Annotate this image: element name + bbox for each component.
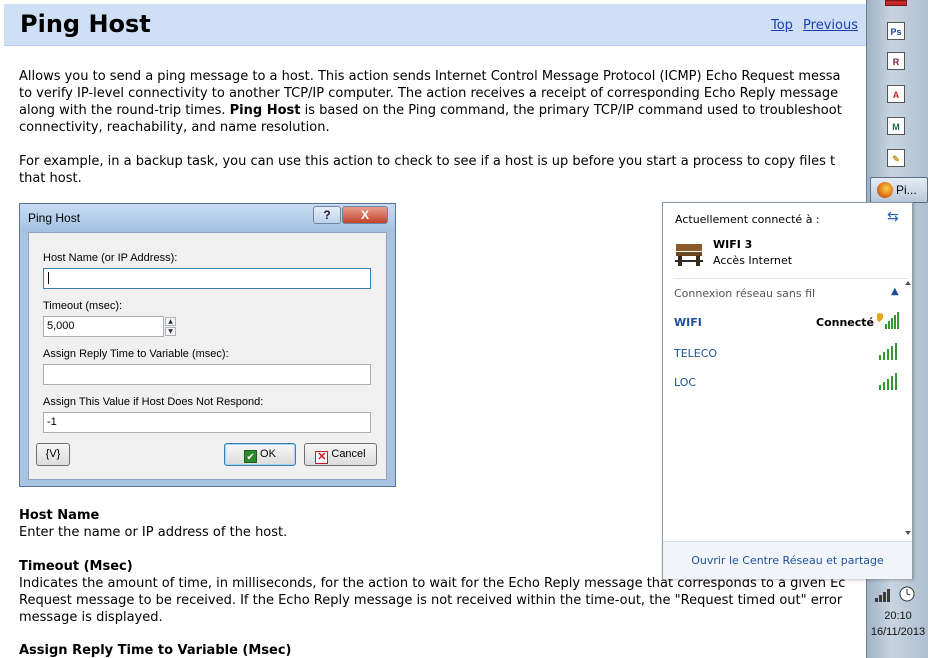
- open-network-center-link[interactable]: Ouvrir le Centre Réseau et partage: [663, 541, 912, 579]
- dialog-titlebar: Ping Host ? X: [20, 204, 395, 232]
- m-app-icon[interactable]: M: [887, 117, 905, 135]
- example-line-2: that host.: [19, 171, 82, 186]
- section-title-timeout: Timeout (Msec): [19, 559, 133, 574]
- noresp-input[interactable]: -1: [43, 412, 371, 433]
- timeout-down-icon[interactable]: ▼: [165, 327, 176, 336]
- intro-text: along with the round-trip times.: [19, 103, 226, 118]
- top-link[interactable]: Top: [771, 18, 793, 33]
- intro-line-1: Allows you to send a ping message to a h…: [19, 69, 841, 84]
- network-wifi-status: Connecté: [816, 316, 874, 329]
- host-input[interactable]: [43, 268, 371, 289]
- firefox-icon: [877, 182, 893, 198]
- timeout-up-icon[interactable]: ▲: [165, 317, 176, 326]
- section-timeout-line-2: Request message to be received. If the E…: [19, 593, 843, 608]
- loc-signal-icon: [879, 373, 897, 390]
- acrobat-icon[interactable]: A: [887, 85, 905, 103]
- noresp-label: Assign This Value if Host Does Not Respo…: [43, 396, 264, 408]
- collapse-chevron-icon[interactable]: ▲: [891, 286, 899, 297]
- dialog-close-button[interactable]: X: [342, 206, 388, 224]
- section-title-host: Host Name: [19, 508, 100, 523]
- check-icon: ✔: [244, 450, 258, 463]
- cancel-button[interactable]: ✕ Cancel: [304, 443, 377, 466]
- refresh-icon[interactable]: ⇆: [887, 209, 899, 225]
- app-icon-top[interactable]: [885, 0, 907, 6]
- taskbar-firefox-task[interactable]: Pi...: [870, 177, 928, 203]
- intro-line-2: to verify IP-level connectivity to anoth…: [19, 86, 839, 101]
- intro-line-4: connectivity, reachability, and name res…: [19, 120, 330, 135]
- intro-line-3: along with the round-trip times. Ping Ho…: [19, 102, 866, 119]
- connected-label: Actuellement connecté à :: [675, 213, 820, 226]
- wifi-shield-signal-icon: [877, 312, 899, 329]
- wireless-section-label: Connexion réseau sans fil: [674, 287, 816, 300]
- ok-label: OK: [260, 448, 276, 460]
- example-line-1: For example, in a backup task, you can u…: [19, 154, 836, 169]
- clock-time[interactable]: 20:10: [867, 610, 928, 622]
- system-tray: 20:10 16/11/2013: [867, 584, 928, 658]
- clock-icon[interactable]: [899, 586, 915, 602]
- r-app-icon[interactable]: R: [887, 52, 905, 70]
- timeout-label: Timeout (msec):: [43, 300, 123, 312]
- network-item-teleco[interactable]: TELECO: [674, 347, 717, 360]
- wifi-signal-icon[interactable]: [875, 588, 895, 602]
- network-bench-icon: [675, 244, 703, 266]
- network-flyout: Actuellement connecté à : ⇆ WIFI 3 Accès…: [662, 202, 913, 579]
- host-label: Host Name (or IP Address):: [43, 252, 178, 264]
- section-timeout-line-3: message is displayed.: [19, 610, 163, 625]
- ok-button[interactable]: ✔ OK: [224, 443, 296, 466]
- flyout-divider: [673, 278, 909, 279]
- current-network-name: WIFI 3: [713, 238, 753, 251]
- ping-host-dialog: Ping Host ? X Host Name (or IP Address):…: [19, 203, 396, 487]
- section-title-assign: Assign Reply Time to Variable (Msec): [19, 643, 292, 658]
- assign-label: Assign Reply Time to Variable (msec):: [43, 348, 229, 360]
- variable-button[interactable]: {V}: [36, 443, 70, 466]
- task-label: Pi...: [896, 183, 917, 197]
- network-item-loc[interactable]: LOC: [674, 376, 696, 389]
- intro-text-cont: is based on the Ping command, the primar…: [300, 103, 842, 118]
- page-title: Ping Host: [20, 10, 151, 38]
- dialog-title: Ping Host: [28, 211, 81, 225]
- network-item-wifi[interactable]: WIFI: [674, 316, 702, 329]
- current-network-status: Accès Internet: [713, 254, 793, 267]
- teleco-signal-icon: [879, 343, 897, 360]
- page-nav: Top Previous: [765, 18, 858, 33]
- intro-bold: Ping Host: [229, 103, 301, 118]
- text-cursor: [48, 272, 53, 284]
- tools-icon[interactable]: ✎: [887, 149, 905, 167]
- dialog-body: Host Name (or IP Address): Timeout (msec…: [28, 232, 387, 480]
- timeout-input[interactable]: 5,000: [43, 316, 164, 337]
- flyout-scrollbar[interactable]: [904, 281, 912, 541]
- page-header: Ping Host Top Previous: [4, 4, 866, 46]
- adobe-icon[interactable]: Ps: [887, 22, 905, 40]
- clock-date[interactable]: 16/11/2013: [867, 626, 928, 638]
- cancel-label: Cancel: [331, 448, 366, 460]
- dialog-help-button[interactable]: ?: [313, 206, 341, 224]
- cancel-x-icon: ✕: [315, 451, 329, 464]
- previous-link[interactable]: Previous: [803, 18, 858, 33]
- assign-input[interactable]: [43, 364, 371, 385]
